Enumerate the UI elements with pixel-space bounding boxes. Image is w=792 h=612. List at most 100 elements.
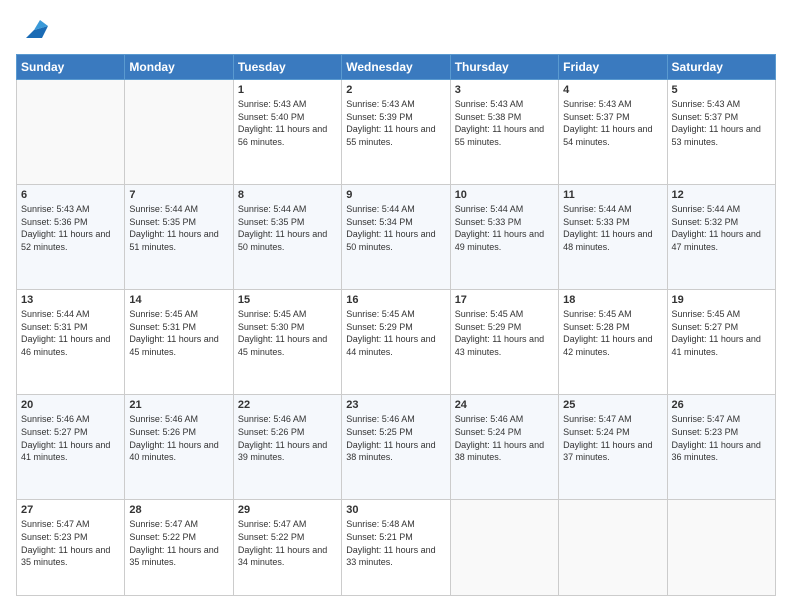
day-info: Sunrise: 5:46 AM Sunset: 5:25 PM Dayligh…: [346, 413, 445, 463]
calendar-cell: 9 Sunrise: 5:44 AM Sunset: 5:34 PM Daylig…: [342, 185, 450, 290]
day-number: 2: [346, 84, 445, 96]
day-number: 6: [21, 189, 120, 201]
day-info: Sunrise: 5:43 AM Sunset: 5:37 PM Dayligh…: [563, 98, 662, 148]
calendar-cell: [17, 80, 125, 185]
day-info: Sunrise: 5:44 AM Sunset: 5:31 PM Dayligh…: [21, 308, 120, 358]
calendar-cell: 7 Sunrise: 5:44 AM Sunset: 5:35 PM Daylig…: [125, 185, 233, 290]
day-number: 24: [455, 399, 554, 411]
day-info: Sunrise: 5:43 AM Sunset: 5:40 PM Dayligh…: [238, 98, 337, 148]
calendar-table: SundayMondayTuesdayWednesdayThursdayFrid…: [16, 54, 776, 596]
day-info: Sunrise: 5:43 AM Sunset: 5:37 PM Dayligh…: [672, 98, 771, 148]
calendar-cell: 21 Sunrise: 5:46 AM Sunset: 5:26 PM Dayli…: [125, 395, 233, 500]
calendar-cell: 2 Sunrise: 5:43 AM Sunset: 5:39 PM Daylig…: [342, 80, 450, 185]
day-number: 25: [563, 399, 662, 411]
col-header-tuesday: Tuesday: [233, 55, 341, 80]
day-number: 14: [129, 294, 228, 306]
calendar-cell: 27 Sunrise: 5:47 AM Sunset: 5:23 PM Dayli…: [17, 500, 125, 596]
calendar-cell: 23Sunrise: 5:46 AM Sunset: 5:25 PM Dayli…: [342, 395, 450, 500]
day-number: 21: [129, 399, 228, 411]
calendar-cell: 14Sunrise: 5:45 AM Sunset: 5:31 PM Dayli…: [125, 290, 233, 395]
day-number: 3: [455, 84, 554, 96]
day-info: Sunrise: 5:45 AM Sunset: 5:30 PM Dayligh…: [238, 308, 337, 358]
day-info: Sunrise: 5:45 AM Sunset: 5:27 PM Dayligh…: [672, 308, 771, 358]
calendar-cell: 29 Sunrise: 5:47 AM Sunset: 5:22 PM Dayli…: [233, 500, 341, 596]
day-number: 29: [238, 504, 337, 516]
calendar-cell: 25Sunrise: 5:47 AM Sunset: 5:24 PM Dayli…: [559, 395, 667, 500]
calendar-cell: 20Sunrise: 5:46 AM Sunset: 5:27 PM Dayli…: [17, 395, 125, 500]
col-header-wednesday: Wednesday: [342, 55, 450, 80]
day-info: Sunrise: 5:44 AM Sunset: 5:33 PM Dayligh…: [563, 203, 662, 253]
week-row-4: 20Sunrise: 5:46 AM Sunset: 5:27 PM Dayli…: [17, 395, 776, 500]
day-number: 12: [672, 189, 771, 201]
day-info: Sunrise: 5:48 AM Sunset: 5:21 PM Dayligh…: [346, 518, 445, 568]
calendar-cell: 5Sunrise: 5:43 AM Sunset: 5:37 PM Daylig…: [667, 80, 775, 185]
day-info: Sunrise: 5:43 AM Sunset: 5:38 PM Dayligh…: [455, 98, 554, 148]
day-info: Sunrise: 5:46 AM Sunset: 5:26 PM Dayligh…: [238, 413, 337, 463]
day-number: 22: [238, 399, 337, 411]
calendar-cell: [125, 80, 233, 185]
calendar-cell: 8Sunrise: 5:44 AM Sunset: 5:35 PM Daylig…: [233, 185, 341, 290]
logo-icon: [20, 16, 48, 44]
day-number: 27: [21, 504, 120, 516]
calendar-cell: 22 Sunrise: 5:46 AM Sunset: 5:26 PM Dayli…: [233, 395, 341, 500]
day-info: Sunrise: 5:45 AM Sunset: 5:28 PM Dayligh…: [563, 308, 662, 358]
day-info: Sunrise: 5:44 AM Sunset: 5:35 PM Dayligh…: [129, 203, 228, 253]
day-number: 28: [129, 504, 228, 516]
calendar-cell: [667, 500, 775, 596]
day-number: 17: [455, 294, 554, 306]
col-header-sunday: Sunday: [17, 55, 125, 80]
day-number: 19: [672, 294, 771, 306]
day-number: 4: [563, 84, 662, 96]
day-info: Sunrise: 5:47 AM Sunset: 5:23 PM Dayligh…: [672, 413, 771, 463]
calendar-cell: 30Sunrise: 5:48 AM Sunset: 5:21 PM Dayli…: [342, 500, 450, 596]
day-info: Sunrise: 5:47 AM Sunset: 5:22 PM Dayligh…: [238, 518, 337, 568]
day-info: Sunrise: 5:43 AM Sunset: 5:39 PM Dayligh…: [346, 98, 445, 148]
calendar-cell: 28Sunrise: 5:47 AM Sunset: 5:22 PM Dayli…: [125, 500, 233, 596]
header: [16, 16, 776, 44]
day-number: 15: [238, 294, 337, 306]
col-header-thursday: Thursday: [450, 55, 558, 80]
week-row-5: 27 Sunrise: 5:47 AM Sunset: 5:23 PM Dayli…: [17, 500, 776, 596]
calendar-cell: 3 Sunrise: 5:43 AM Sunset: 5:38 PM Daylig…: [450, 80, 558, 185]
day-info: Sunrise: 5:45 AM Sunset: 5:29 PM Dayligh…: [346, 308, 445, 358]
day-number: 1: [238, 84, 337, 96]
week-row-2: 6Sunrise: 5:43 AM Sunset: 5:36 PM Daylig…: [17, 185, 776, 290]
calendar-cell: 4 Sunrise: 5:43 AM Sunset: 5:37 PM Daylig…: [559, 80, 667, 185]
calendar-cell: 11 Sunrise: 5:44 AM Sunset: 5:33 PM Dayli…: [559, 185, 667, 290]
calendar-cell: 26 Sunrise: 5:47 AM Sunset: 5:23 PM Dayli…: [667, 395, 775, 500]
day-number: 16: [346, 294, 445, 306]
day-info: Sunrise: 5:46 AM Sunset: 5:27 PM Dayligh…: [21, 413, 120, 463]
day-number: 18: [563, 294, 662, 306]
day-info: Sunrise: 5:47 AM Sunset: 5:23 PM Dayligh…: [21, 518, 120, 568]
day-info: Sunrise: 5:44 AM Sunset: 5:32 PM Dayligh…: [672, 203, 771, 253]
calendar-cell: [450, 500, 558, 596]
calendar-cell: 15 Sunrise: 5:45 AM Sunset: 5:30 PM Dayli…: [233, 290, 341, 395]
calendar-cell: 10Sunrise: 5:44 AM Sunset: 5:33 PM Dayli…: [450, 185, 558, 290]
logo: [16, 16, 48, 44]
calendar-cell: 16 Sunrise: 5:45 AM Sunset: 5:29 PM Dayli…: [342, 290, 450, 395]
calendar-cell: 19 Sunrise: 5:45 AM Sunset: 5:27 PM Dayli…: [667, 290, 775, 395]
week-row-1: 1 Sunrise: 5:43 AM Sunset: 5:40 PM Daylig…: [17, 80, 776, 185]
page: SundayMondayTuesdayWednesdayThursdayFrid…: [0, 0, 792, 612]
day-info: Sunrise: 5:46 AM Sunset: 5:26 PM Dayligh…: [129, 413, 228, 463]
col-header-saturday: Saturday: [667, 55, 775, 80]
day-info: Sunrise: 5:46 AM Sunset: 5:24 PM Dayligh…: [455, 413, 554, 463]
calendar-cell: 12 Sunrise: 5:44 AM Sunset: 5:32 PM Dayli…: [667, 185, 775, 290]
calendar-cell: 24 Sunrise: 5:46 AM Sunset: 5:24 PM Dayli…: [450, 395, 558, 500]
calendar-cell: 18 Sunrise: 5:45 AM Sunset: 5:28 PM Dayli…: [559, 290, 667, 395]
day-number: 7: [129, 189, 228, 201]
calendar-cell: [559, 500, 667, 596]
day-number: 8: [238, 189, 337, 201]
day-number: 11: [563, 189, 662, 201]
day-number: 9: [346, 189, 445, 201]
col-header-friday: Friday: [559, 55, 667, 80]
calendar-cell: 6Sunrise: 5:43 AM Sunset: 5:36 PM Daylig…: [17, 185, 125, 290]
calendar-cell: 17 Sunrise: 5:45 AM Sunset: 5:29 PM Dayli…: [450, 290, 558, 395]
day-info: Sunrise: 5:44 AM Sunset: 5:34 PM Dayligh…: [346, 203, 445, 253]
calendar-header-row: SundayMondayTuesdayWednesdayThursdayFrid…: [17, 55, 776, 80]
day-info: Sunrise: 5:45 AM Sunset: 5:29 PM Dayligh…: [455, 308, 554, 358]
day-number: 13: [21, 294, 120, 306]
col-header-monday: Monday: [125, 55, 233, 80]
day-number: 26: [672, 399, 771, 411]
calendar-cell: 13 Sunrise: 5:44 AM Sunset: 5:31 PM Dayli…: [17, 290, 125, 395]
